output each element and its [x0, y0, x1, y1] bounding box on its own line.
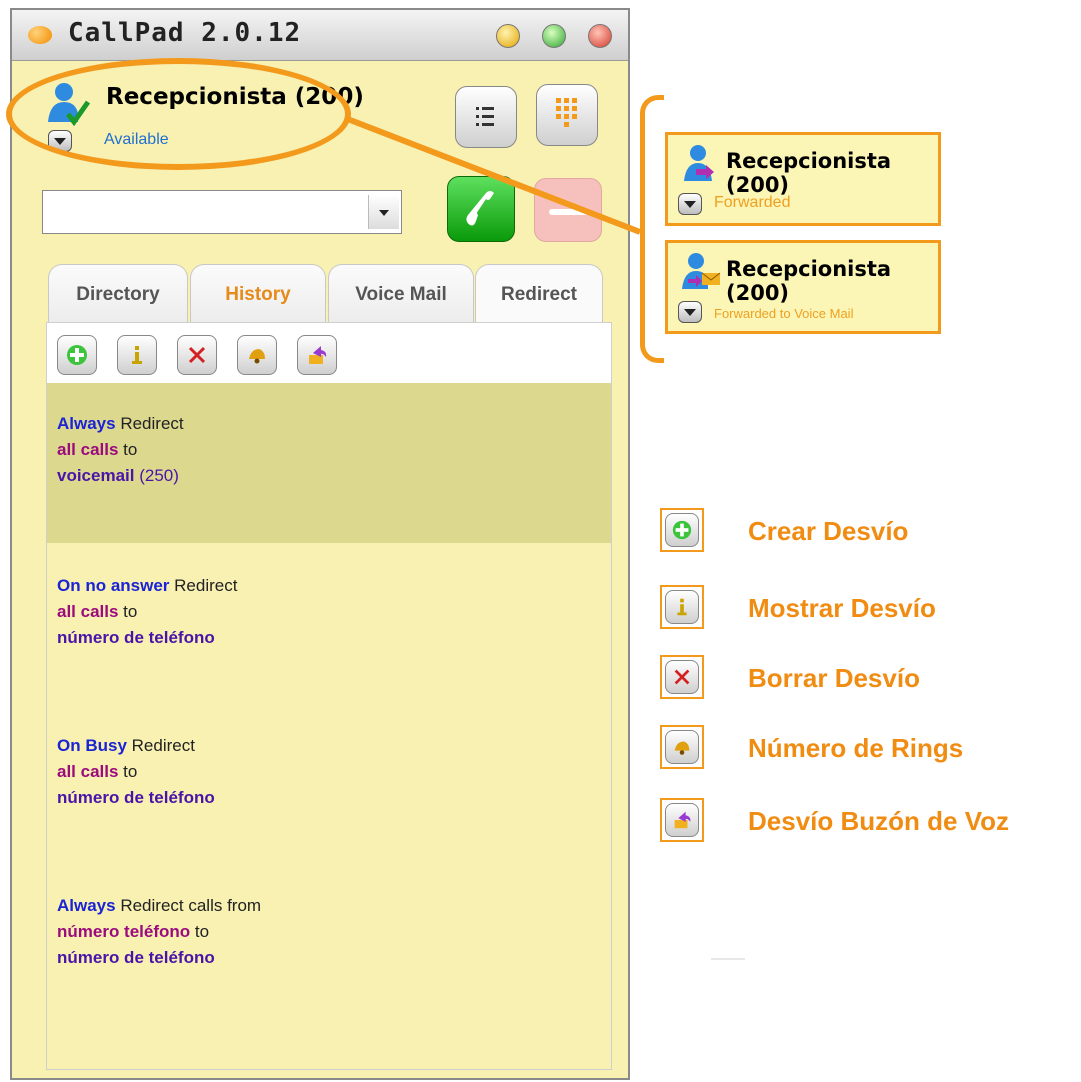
voicemail-forward-icon	[674, 811, 691, 829]
example-status-dropdown	[678, 301, 702, 323]
example-status-dropdown	[678, 193, 702, 215]
example-status-text: Forwarded to Voice Mail	[714, 306, 854, 321]
legend-label: Borrar Desvío	[748, 663, 920, 693]
forwarded-voicemail-user-icon	[682, 253, 721, 289]
info-icon	[677, 598, 687, 616]
divider	[711, 958, 745, 960]
legend-button	[665, 660, 699, 694]
legend-button	[665, 803, 699, 837]
bell-icon	[674, 741, 690, 755]
forwarded-status-example: Recepcionista (200) Forwarded	[665, 132, 941, 226]
legend-icon-frame	[660, 725, 704, 769]
legend-icon-frame	[660, 655, 704, 699]
legend-icon-frame	[660, 798, 704, 842]
legend-label: Desvío Buzón de Voz	[748, 806, 1009, 836]
forwarded-user-icon	[684, 145, 714, 181]
delete-icon	[674, 669, 690, 685]
legend-button	[665, 513, 699, 547]
legend-button	[665, 730, 699, 764]
legend-icon-frame	[660, 508, 704, 552]
legend-icon-frame	[660, 585, 704, 629]
callout-bracket	[640, 95, 664, 363]
example-user-name: Recepcionista (200)	[726, 257, 892, 305]
legend-label: Crear Desvío	[748, 516, 909, 546]
legend-label: Número de Rings	[748, 733, 964, 763]
plus-icon	[672, 520, 692, 540]
example-user-name: Recepcionista (200)	[726, 149, 892, 197]
forwarded-voicemail-status-example: Recepcionista (200) Forwarded to Voice M…	[665, 240, 941, 334]
legend-button	[665, 590, 699, 624]
legend-label: Mostrar Desvío	[748, 593, 936, 623]
example-status-text: Forwarded	[714, 194, 791, 211]
